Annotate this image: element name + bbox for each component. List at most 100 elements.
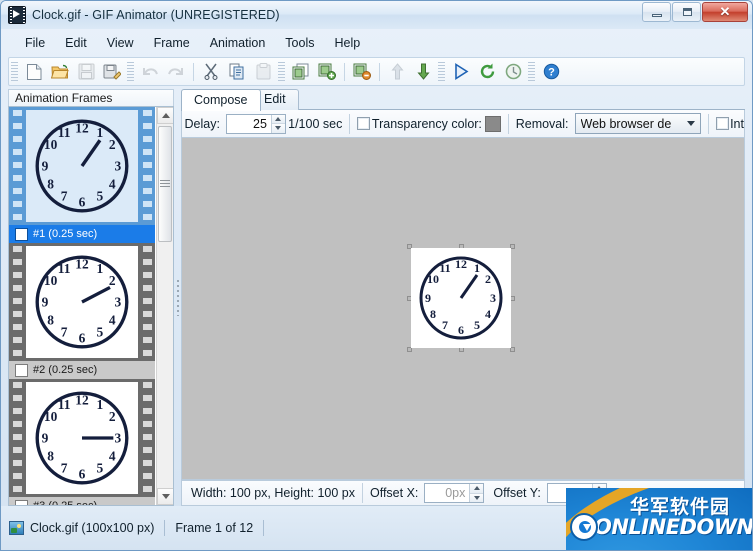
delay-input[interactable]: 25 — [225, 113, 286, 134]
svg-text:3: 3 — [114, 430, 121, 445]
svg-text:6: 6 — [458, 323, 464, 337]
compose-canvas[interactable]: 12 1 2 345 678 9 10 11 — [181, 138, 745, 480]
svg-text:4: 4 — [109, 312, 116, 327]
watermark-overlay: 华军软件园 ONLINEDOWN .NET — [566, 488, 752, 550]
frame-thumbnail-2: 12 1 2 345 678 9 10 11 — [26, 246, 138, 358]
status-separator — [164, 520, 166, 536]
interlaced-checkbox[interactable] — [715, 117, 729, 130]
save-as-icon[interactable] — [99, 60, 125, 83]
svg-text:9: 9 — [425, 291, 431, 305]
cut-scissors-icon[interactable] — [198, 60, 224, 83]
frame-image: 12 1 2 345 678 9 10 11 — [411, 248, 511, 348]
film-perforations-left-icon — [9, 243, 25, 361]
maximize-button[interactable] — [672, 2, 701, 22]
offset-x-input[interactable]: 0px — [424, 483, 485, 503]
image-dimensions-label: Width: 100 px, Height: 100 px — [191, 486, 355, 500]
toolbar-grip-5[interactable] — [528, 62, 535, 81]
svg-text:3: 3 — [114, 294, 121, 309]
canvas-selection[interactable]: 12 1 2 345 678 9 10 11 — [407, 244, 515, 352]
offset-x-increment-icon[interactable] — [470, 484, 484, 494]
menu-item-tools[interactable]: Tools — [275, 33, 324, 53]
svg-text:9: 9 — [42, 294, 49, 309]
open-folder-icon[interactable] — [47, 60, 73, 83]
frame-item-3[interactable]: 1212 345 678 91011 #3 (0.25 sec) — [9, 379, 155, 505]
menu-item-file[interactable]: File — [15, 33, 55, 53]
save-icon[interactable] — [73, 60, 99, 83]
menu-item-frame[interactable]: Frame — [144, 33, 200, 53]
toolbar-grip-4[interactable] — [438, 62, 445, 81]
svg-text:4: 4 — [109, 448, 116, 463]
undo-icon[interactable] — [137, 60, 163, 83]
svg-text:8: 8 — [47, 448, 54, 463]
new-icon[interactable] — [21, 60, 47, 83]
chevron-down-icon[interactable] — [683, 114, 700, 133]
menu-item-help[interactable]: Help — [324, 33, 370, 53]
film-perforations-right-icon — [139, 243, 155, 361]
svg-text:8: 8 — [47, 176, 54, 191]
tab-compose[interactable]: Compose — [181, 89, 261, 111]
svg-text:7: 7 — [61, 461, 68, 476]
frame-label-2: #2 (0.25 sec) — [33, 364, 98, 376]
frames-scrollport: 12 1 2 345 678 9 10 11 #1 (0.25 sec) 12 … — [9, 107, 156, 505]
menu-item-animation[interactable]: Animation — [200, 33, 276, 53]
copy-icon[interactable] — [224, 60, 250, 83]
svg-text:5: 5 — [97, 461, 104, 476]
transparency-color-swatch[interactable] — [484, 115, 501, 132]
delay-stepper[interactable] — [270, 114, 285, 133]
svg-text:1: 1 — [97, 397, 104, 412]
frame-checkbox-3[interactable] — [15, 499, 28, 505]
toolbar-separator-3 — [379, 62, 380, 81]
toolbar-grip[interactable] — [11, 62, 18, 81]
delete-frame-icon[interactable] — [349, 60, 375, 83]
scrollbar-thumb[interactable] — [158, 126, 172, 242]
frames-scrollbar[interactable] — [156, 107, 173, 505]
svg-text:9: 9 — [42, 430, 49, 445]
offset-x-value: 0px — [445, 486, 466, 500]
frame-caption-1: #1 (0.25 sec) — [9, 225, 155, 243]
delay-increment-icon[interactable] — [271, 114, 285, 124]
status-frame-info: Frame 1 of 12 — [175, 521, 254, 535]
close-button[interactable]: ✕ — [702, 2, 748, 22]
frame-thumbnail-1: 12 1 2 345 678 9 10 11 — [26, 110, 138, 222]
options-separator-3 — [707, 113, 709, 134]
frame-item-1[interactable]: 12 1 2 345 678 9 10 11 #1 (0.25 sec) — [9, 107, 155, 243]
svg-text:6: 6 — [79, 194, 86, 209]
svg-text:5: 5 — [474, 318, 480, 332]
frames-list[interactable]: 12 1 2 345 678 9 10 11 #1 (0.25 sec) 12 … — [8, 106, 174, 506]
film-play-icon — [8, 6, 26, 24]
delay-units-label: 1/100 sec — [288, 116, 343, 131]
svg-text:8: 8 — [47, 312, 54, 327]
toolbar-grip-3[interactable] — [278, 62, 285, 81]
menu-item-edit[interactable]: Edit — [55, 33, 97, 53]
loop-icon[interactable] — [474, 60, 500, 83]
toolbar-grip-2[interactable] — [127, 62, 134, 81]
svg-text:8: 8 — [430, 307, 436, 321]
svg-text:12: 12 — [455, 257, 467, 271]
frame-checkbox-2[interactable] — [15, 363, 28, 377]
frame-item-2[interactable]: 12 1 2 345 678 9 10 11 #2 (0.25 sec) — [9, 243, 155, 379]
application-window: Clock.gif - GIF Animator (UNREGISTERED) … — [0, 0, 753, 551]
frame-thumbnail-strip-2: 12 1 2 345 678 9 10 11 — [9, 243, 155, 361]
move-down-icon[interactable] — [410, 60, 436, 83]
paste-icon[interactable] — [250, 60, 276, 83]
scroll-down-arrow-icon[interactable] — [157, 488, 173, 505]
offset-x-decrement-icon[interactable] — [470, 493, 484, 502]
duplicate-frame-icon[interactable] — [288, 60, 314, 83]
menu-item-view[interactable]: View — [97, 33, 144, 53]
help-icon[interactable]: ? — [538, 60, 564, 83]
scroll-up-arrow-icon[interactable] — [157, 107, 173, 124]
delay-label: Delay: — [184, 116, 220, 131]
move-up-icon[interactable] — [384, 60, 410, 83]
removal-dropdown[interactable]: Web browser de — [574, 113, 701, 134]
transparency-checkbox[interactable] — [357, 117, 371, 130]
offset-x-stepper[interactable] — [469, 484, 484, 502]
toolbar-separator-2 — [344, 62, 345, 81]
frame-checkbox-1[interactable] — [15, 227, 28, 241]
delay-decrement-icon[interactable] — [271, 124, 285, 133]
minimize-button[interactable] — [642, 2, 671, 22]
svg-text:5: 5 — [97, 189, 104, 204]
redo-icon[interactable] — [163, 60, 189, 83]
play-icon[interactable] — [448, 60, 474, 83]
timing-icon[interactable] — [500, 60, 526, 83]
add-frame-icon[interactable] — [314, 60, 340, 83]
